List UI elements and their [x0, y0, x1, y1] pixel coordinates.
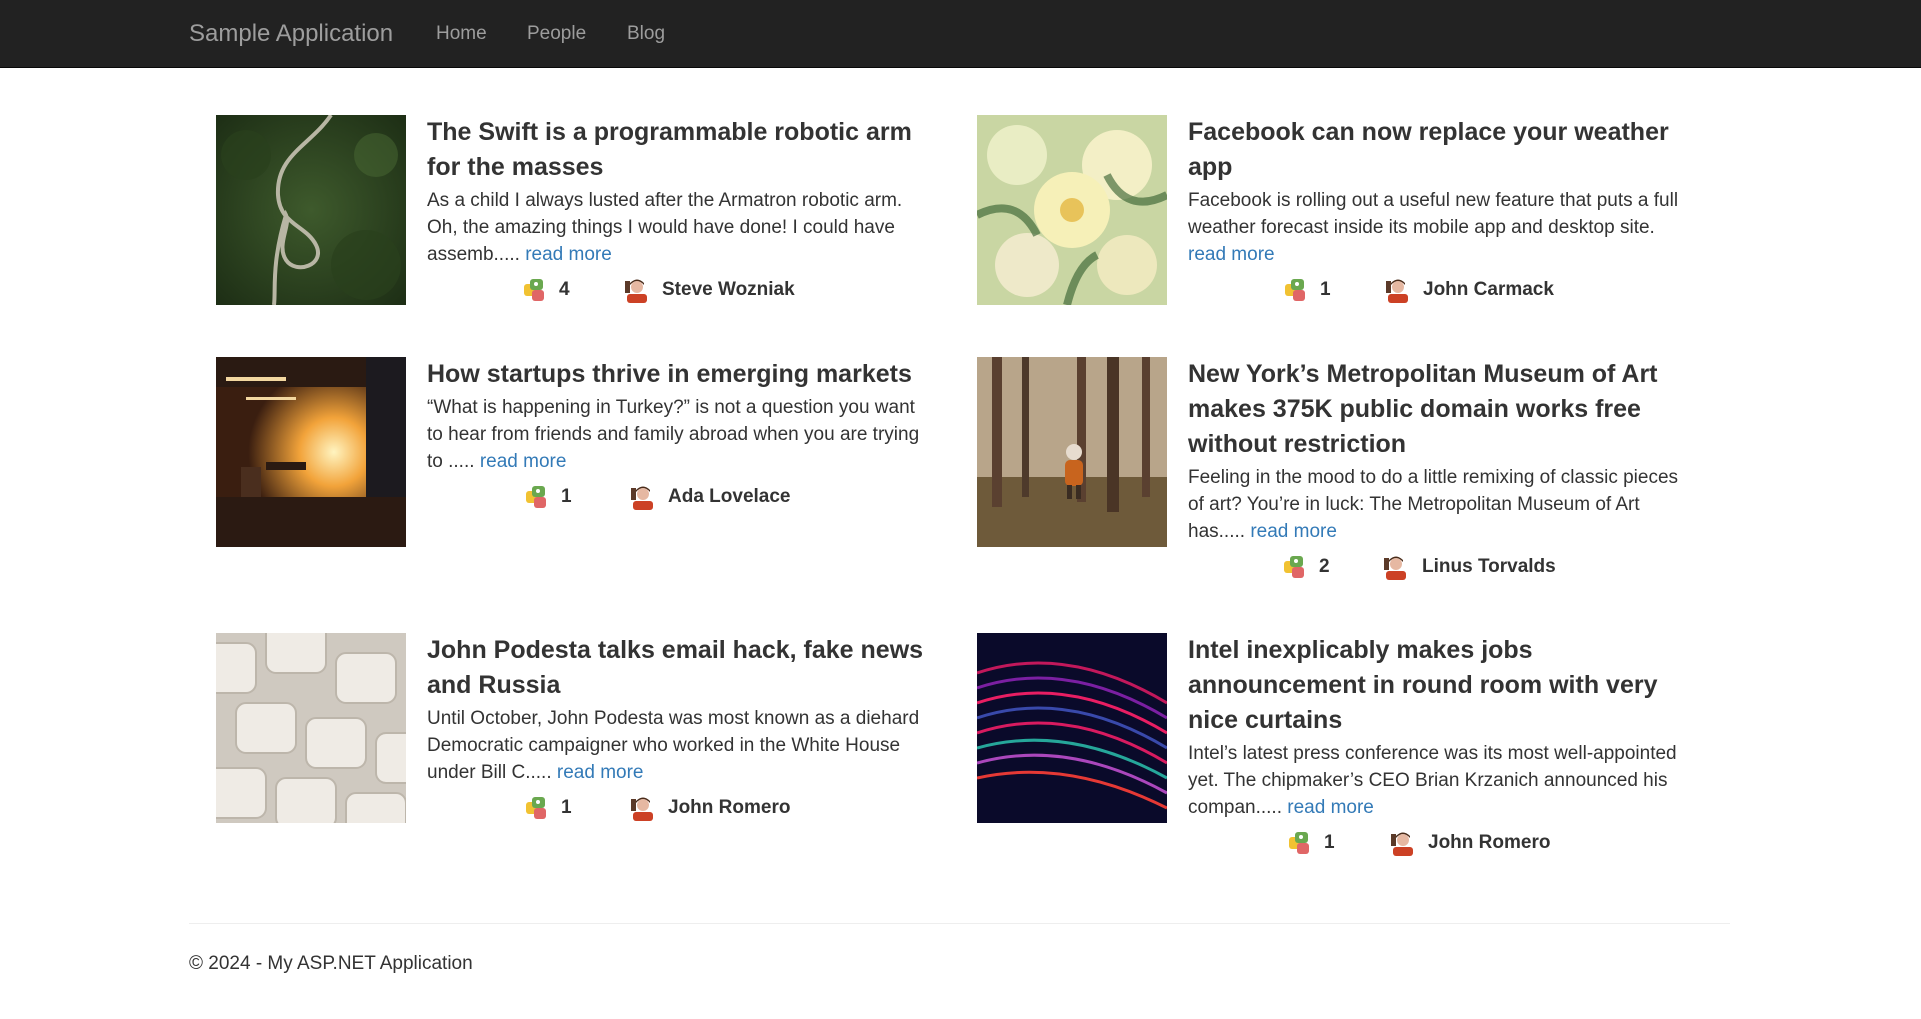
author-name: John Carmack: [1423, 279, 1554, 300]
author-name: Ada Lovelace: [668, 486, 791, 507]
flowers-image-graphic: [977, 115, 1167, 305]
read-more-link[interactable]: read more: [557, 762, 644, 783]
post-excerpt: Facebook is rolling out a useful new fea…: [1188, 187, 1688, 268]
post-excerpt: Feeling in the mood to do a little remix…: [1188, 464, 1688, 545]
read-more-link[interactable]: read more: [1188, 244, 1275, 265]
post-title: New York’s Metropolitan Museum of Art ma…: [1188, 360, 1658, 458]
white-tiles-image[interactable]: [216, 633, 406, 823]
comments-icon: [1282, 276, 1310, 304]
post-excerpt-text: Facebook is rolling out a useful new fea…: [1188, 190, 1679, 238]
read-more-link[interactable]: read more: [1250, 521, 1337, 542]
post-title: John Podesta talks email hack, fake news…: [427, 636, 924, 699]
read-more-link[interactable]: read more: [525, 244, 612, 265]
nav-home-link[interactable]: Home: [436, 22, 487, 46]
author-name: John Romero: [1428, 832, 1551, 853]
white-tiles-image-graphic: [216, 633, 406, 823]
forest-child-image-graphic: [977, 357, 1167, 547]
footer-copyright: © 2024 - My ASP.NET Application: [189, 953, 473, 974]
post-meta: 4 Steve Wozniak: [427, 274, 927, 304]
nav-people-link[interactable]: People: [527, 22, 586, 46]
post-excerpt-text: Intel’s latest press conference was its …: [1188, 743, 1677, 818]
train-station-image[interactable]: [216, 357, 406, 547]
post-meta: 2 Linus Torvalds: [1188, 551, 1688, 581]
post-excerpt: Intel’s latest press conference was its …: [1188, 740, 1688, 821]
flowers-image[interactable]: [977, 115, 1167, 305]
top-navbar: Sample Application Home People Blog: [0, 0, 1921, 68]
forest-child-image[interactable]: [977, 357, 1167, 547]
author-avatar-icon: [1389, 829, 1417, 857]
train-station-image-graphic: [216, 357, 406, 547]
author-avatar-icon: [1384, 276, 1412, 304]
post-excerpt-text: As a child I always lusted after the Arm…: [427, 190, 903, 265]
post-excerpt-text: Until October, John Podesta was most kno…: [427, 708, 920, 783]
comment-count: 4: [559, 279, 570, 300]
comments-icon: [521, 276, 549, 304]
read-more-link[interactable]: read more: [1287, 797, 1374, 818]
nav-blog-link[interactable]: Blog: [627, 22, 665, 46]
post-title: How startups thrive in emerging markets: [427, 360, 912, 388]
post-title: Intel inexplicably makes jobs announceme…: [1188, 636, 1658, 734]
post-meta: 1 John Carmack: [1188, 274, 1688, 304]
post-meta: 1 John Romero: [427, 792, 927, 822]
post-excerpt: Until October, John Podesta was most kno…: [427, 705, 927, 786]
comments-icon: [523, 483, 551, 511]
author-avatar-icon: [623, 276, 651, 304]
comments-icon: [1286, 829, 1314, 857]
read-more-link[interactable]: read more: [480, 451, 567, 472]
comments-icon: [523, 794, 551, 822]
author-avatar-icon: [629, 794, 657, 822]
comment-count: 1: [561, 486, 572, 507]
comments-icon: [1281, 553, 1309, 581]
forest-road-image[interactable]: [216, 115, 406, 305]
comment-count: 1: [561, 797, 572, 818]
author-name: Linus Torvalds: [1422, 556, 1556, 577]
comment-count: 1: [1324, 832, 1335, 853]
comment-count: 1: [1320, 279, 1331, 300]
author-name: John Romero: [668, 797, 791, 818]
light-streaks-image[interactable]: [977, 633, 1167, 823]
footer-divider: [189, 923, 1730, 924]
author-avatar-icon: [1382, 553, 1410, 581]
post-title: Facebook can now replace your weather ap…: [1188, 118, 1669, 181]
light-streaks-image-graphic: [977, 633, 1167, 823]
comment-count: 2: [1319, 556, 1330, 577]
post-meta: 1 John Romero: [1188, 827, 1688, 857]
post-title: The Swift is a programmable robotic arm …: [427, 118, 912, 181]
post-excerpt: “What is happening in Turkey?” is not a …: [427, 394, 927, 475]
brand-link[interactable]: Sample Application: [189, 20, 393, 48]
post-excerpt: As a child I always lusted after the Arm…: [427, 187, 927, 268]
forest-road-image-graphic: [216, 115, 406, 305]
author-name: Steve Wozniak: [662, 279, 795, 300]
author-avatar-icon: [629, 483, 657, 511]
post-meta: 1 Ada Lovelace: [427, 481, 927, 511]
